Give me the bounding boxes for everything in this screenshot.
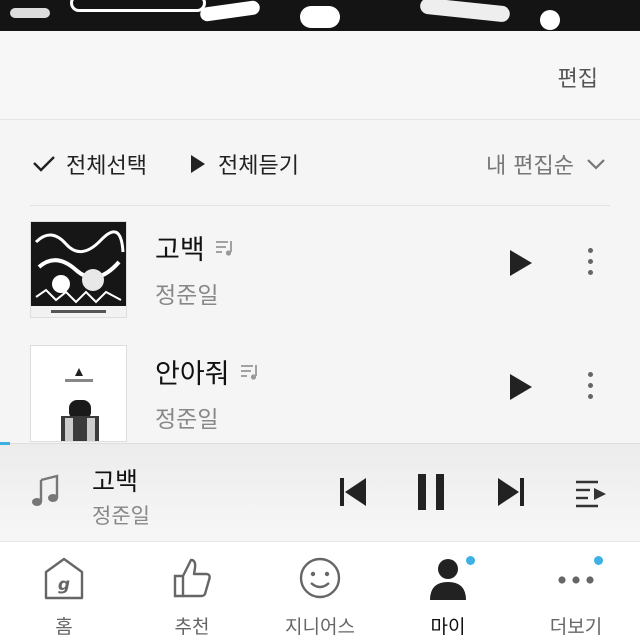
edit-button[interactable]: 편집 xyxy=(558,61,598,93)
tab-label: 더보기 xyxy=(549,616,603,638)
lyrics-icon xyxy=(240,364,257,380)
pause-icon[interactable] xyxy=(416,472,446,512)
previous-icon[interactable] xyxy=(338,476,368,508)
track-artist: 정준일 xyxy=(155,283,219,309)
bottom-tab-bar: g 홈 추천 지니어스 마이 더보기 xyxy=(0,541,640,642)
edit-bar: 편집 xyxy=(0,31,640,120)
tab-label: 마이 xyxy=(430,616,466,638)
thumbs-up-icon xyxy=(173,558,211,598)
track-title: 고백 xyxy=(155,235,205,266)
tab-home[interactable]: g 홈 xyxy=(0,542,128,642)
more-options-icon[interactable] xyxy=(582,368,598,408)
tab-label: 추천 xyxy=(174,616,210,638)
playback-progress[interactable] xyxy=(0,442,10,445)
home-g-icon: g xyxy=(44,557,84,600)
playlist-icon[interactable] xyxy=(574,478,608,508)
notification-dot xyxy=(594,556,603,565)
header-artwork xyxy=(0,0,640,31)
track-row[interactable]: 고백 정준일 xyxy=(0,206,640,324)
tab-recommend[interactable]: 추천 xyxy=(128,542,256,642)
play-all-label: 전체듣기 xyxy=(218,154,299,179)
next-icon[interactable] xyxy=(496,476,526,508)
play-all-button[interactable]: 전체듣기 xyxy=(190,148,299,180)
select-all-button[interactable]: 전체선택 xyxy=(32,148,147,180)
play-icon[interactable] xyxy=(508,248,534,278)
list-controls: 전체선택 전체듣기 내 편집순 xyxy=(0,120,640,206)
tab-label: 홈 xyxy=(55,616,73,638)
play-icon xyxy=(191,155,205,173)
chevron-down-icon xyxy=(587,159,605,170)
notification-dot xyxy=(466,556,475,565)
tab-label: 지니어스 xyxy=(285,616,355,638)
sort-dropdown[interactable]: 내 편집순 xyxy=(486,148,606,180)
album-art xyxy=(30,345,127,442)
track-title: 안아줘 xyxy=(155,359,230,390)
lyrics-icon xyxy=(215,240,232,256)
checkmark-icon xyxy=(33,156,55,172)
select-all-label: 전체선택 xyxy=(66,154,147,179)
more-dots-icon xyxy=(558,576,594,584)
track-row[interactable]: 안아줘 정준일 xyxy=(0,330,640,448)
smiley-icon xyxy=(299,557,341,599)
track-artist: 정준일 xyxy=(155,407,219,433)
play-icon[interactable] xyxy=(508,372,534,402)
now-playing-title: 고백 xyxy=(92,467,139,496)
tab-more[interactable]: 더보기 xyxy=(512,542,640,642)
person-icon xyxy=(430,559,466,600)
svg-text:g: g xyxy=(58,575,70,595)
more-options-icon[interactable] xyxy=(582,244,598,284)
sort-label: 내 편집순 xyxy=(486,154,574,179)
album-art xyxy=(30,221,127,318)
now-playing-artist: 정준일 xyxy=(92,504,150,528)
tab-my[interactable]: 마이 xyxy=(384,542,512,642)
music-note-icon xyxy=(32,474,59,506)
mini-player[interactable]: 고백 정준일 xyxy=(0,442,640,542)
tab-genius[interactable]: 지니어스 xyxy=(256,542,384,642)
